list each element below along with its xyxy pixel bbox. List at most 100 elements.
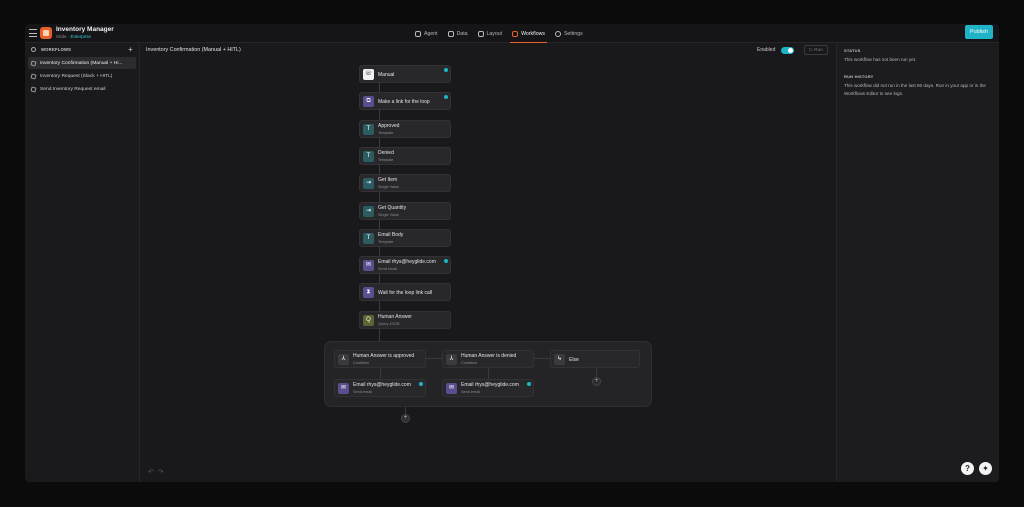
add-step-button[interactable]: +	[401, 414, 410, 423]
status-text: This workflow has not been run yet.	[844, 57, 917, 62]
top-nav: Agent Data Layout Workflows Settings	[415, 28, 583, 43]
settings-icon	[554, 30, 561, 37]
phone-icon	[30, 85, 37, 93]
step-title: Human Answer is denied	[461, 353, 517, 359]
step-title: Email rhys@heyglide.com	[378, 259, 436, 266]
step-title: Get Item	[378, 177, 398, 184]
tab-settings[interactable]: Settings	[554, 28, 583, 39]
workflow-step[interactable]: T Denied Template	[359, 146, 451, 165]
sidebar-item-inventory-confirmation[interactable]: Inventory Confirmation (Manual + Hi...	[28, 57, 136, 69]
status-dot	[527, 382, 531, 386]
run-button[interactable]: ▷ Run	[804, 45, 828, 55]
workflow-step[interactable]: ⧉ Make a link for the loop	[359, 92, 451, 111]
hamburger-menu-icon[interactable]	[29, 29, 37, 37]
send-email-icon: ✉	[338, 383, 349, 394]
workflow-step[interactable]: ⇥ Get Quantity Single Value	[359, 201, 451, 220]
workflow-step[interactable]: ☏ Manual	[359, 65, 451, 83]
workflow-step[interactable]: ✉ Email rhys@heyglide.com Send email	[334, 379, 426, 397]
step-subtitle: Condition	[353, 361, 370, 365]
status-heading: STATUS	[844, 48, 861, 53]
step-subtitle: Template	[378, 239, 394, 244]
workflow-step[interactable]: ✉ Email rhys@heyglide.com Send email	[442, 379, 534, 397]
workflow-step[interactable]: T Email Body Template	[359, 228, 451, 247]
step-title: Human Answer	[378, 313, 412, 320]
workflow-step[interactable]: ↳ Else	[550, 350, 640, 368]
tab-layout[interactable]: Layout	[477, 28, 502, 39]
step-title: Manual	[378, 72, 395, 78]
workflow-icon	[30, 72, 37, 80]
sidebar-header: WORKFLOWS +	[25, 43, 139, 56]
branch-connector	[425, 358, 443, 359]
workflow-step[interactable]: ⇥ Get Item Single Value	[359, 174, 451, 193]
workflow-step[interactable]: ⅄ Human Answer is denied Condition	[442, 350, 534, 368]
enabled-toggle[interactable]	[781, 47, 794, 54]
phone-icon: ☏	[363, 69, 374, 80]
workflow-canvas: Inventory Confirmation (Manual + HITL) E…	[140, 43, 836, 482]
add-workflow-button[interactable]: +	[128, 45, 133, 54]
app-window: Inventory Manager Glide · Enterprise Age…	[25, 24, 999, 482]
template-icon: T	[363, 123, 374, 135]
tab-workflows[interactable]: Workflows	[510, 28, 547, 43]
status-dot	[444, 259, 448, 264]
step-subtitle: Send email	[353, 390, 372, 394]
step-title: Wait for the loop link call	[378, 290, 433, 297]
app-logo	[40, 27, 52, 39]
branch-connector	[488, 367, 489, 379]
top-bar: Inventory Manager Glide · Enterprise Age…	[25, 24, 999, 43]
sidebar-heading: WORKFLOWS	[41, 47, 72, 52]
step-subtitle: Single Value	[378, 185, 400, 190]
step-title: Make a link for the loop	[378, 99, 430, 106]
add-step-else-button[interactable]: +	[592, 377, 601, 386]
branch-connector	[596, 367, 597, 377]
condition-icon: ⅄	[446, 354, 457, 365]
step-subtitle: Template	[378, 157, 394, 162]
undo-redo[interactable]: ↶↷	[148, 468, 168, 476]
workflow-step[interactable]: ⅄ Human Answer is approved Condition	[334, 350, 426, 368]
workflow-step[interactable]: ⧗ Wait for the loop link call	[359, 283, 451, 302]
app-title: Inventory Manager	[56, 26, 114, 33]
workflow-title: Inventory Confirmation (Manual + HITL)	[146, 47, 241, 53]
workflow-step[interactable]: Q Human Answer Query JSON	[359, 310, 451, 329]
enabled-label: Enabled	[757, 47, 776, 53]
status-dot	[444, 95, 448, 100]
branch-container: ⅄ Human Answer is approved Condition ⅄ Human…	[324, 341, 652, 407]
run-panel: STATUS This workflow has not been run ye…	[836, 43, 999, 482]
step-title: Else	[569, 357, 579, 363]
step-subtitle: Template	[378, 130, 394, 135]
tab-data[interactable]: Data	[447, 28, 468, 39]
step-subtitle: Query JSON	[378, 321, 400, 326]
step-subtitle: Condition	[461, 361, 478, 365]
send-email-icon: ✉	[363, 260, 374, 272]
data-icon	[447, 30, 454, 37]
layout-icon	[477, 30, 484, 37]
workflows-icon	[512, 30, 519, 37]
sparkle-button[interactable]: ✦	[979, 462, 992, 475]
step-subtitle: Single Value	[378, 212, 400, 217]
branch-connector	[533, 358, 551, 359]
flow-connector	[405, 407, 406, 414]
app-subtitle: Glide · Enterprise	[56, 34, 92, 39]
workflow-step[interactable]: ✉ Email rhys@heyglide.com Send email	[359, 256, 451, 275]
sidebar-item-inventory-request[interactable]: Inventory Request (Slack + HITL)	[28, 70, 136, 82]
status-dot	[444, 68, 448, 72]
send-email-icon: ✉	[446, 383, 457, 394]
branch-connector	[380, 367, 381, 379]
step-title: Email rhys@heyglide.com	[353, 382, 411, 388]
step-title: Email rhys@heyglide.com	[461, 382, 519, 388]
step-title: Email Body	[378, 231, 404, 238]
query-json-icon: Q	[363, 314, 374, 326]
tab-agent[interactable]: Agent	[415, 28, 438, 39]
search-icon[interactable]	[31, 47, 36, 52]
step-title: Human Answer is approved	[353, 353, 415, 359]
workflows-sidebar: WORKFLOWS + Inventory Confirmation (Manu…	[25, 43, 140, 482]
sidebar-item-send-inventory-request[interactable]: Send Inventory Request email	[28, 83, 136, 95]
help-button[interactable]: ?	[961, 462, 974, 475]
status-dot	[419, 382, 423, 386]
template-icon: T	[363, 150, 374, 162]
template-icon: T	[363, 232, 374, 244]
agent-icon	[415, 30, 421, 37]
publish-button[interactable]: Publish	[964, 25, 993, 39]
workflow-step[interactable]: T Approved Template	[359, 119, 451, 138]
run-history-heading: RUN HISTORY	[844, 74, 874, 79]
phone-icon	[30, 59, 37, 67]
